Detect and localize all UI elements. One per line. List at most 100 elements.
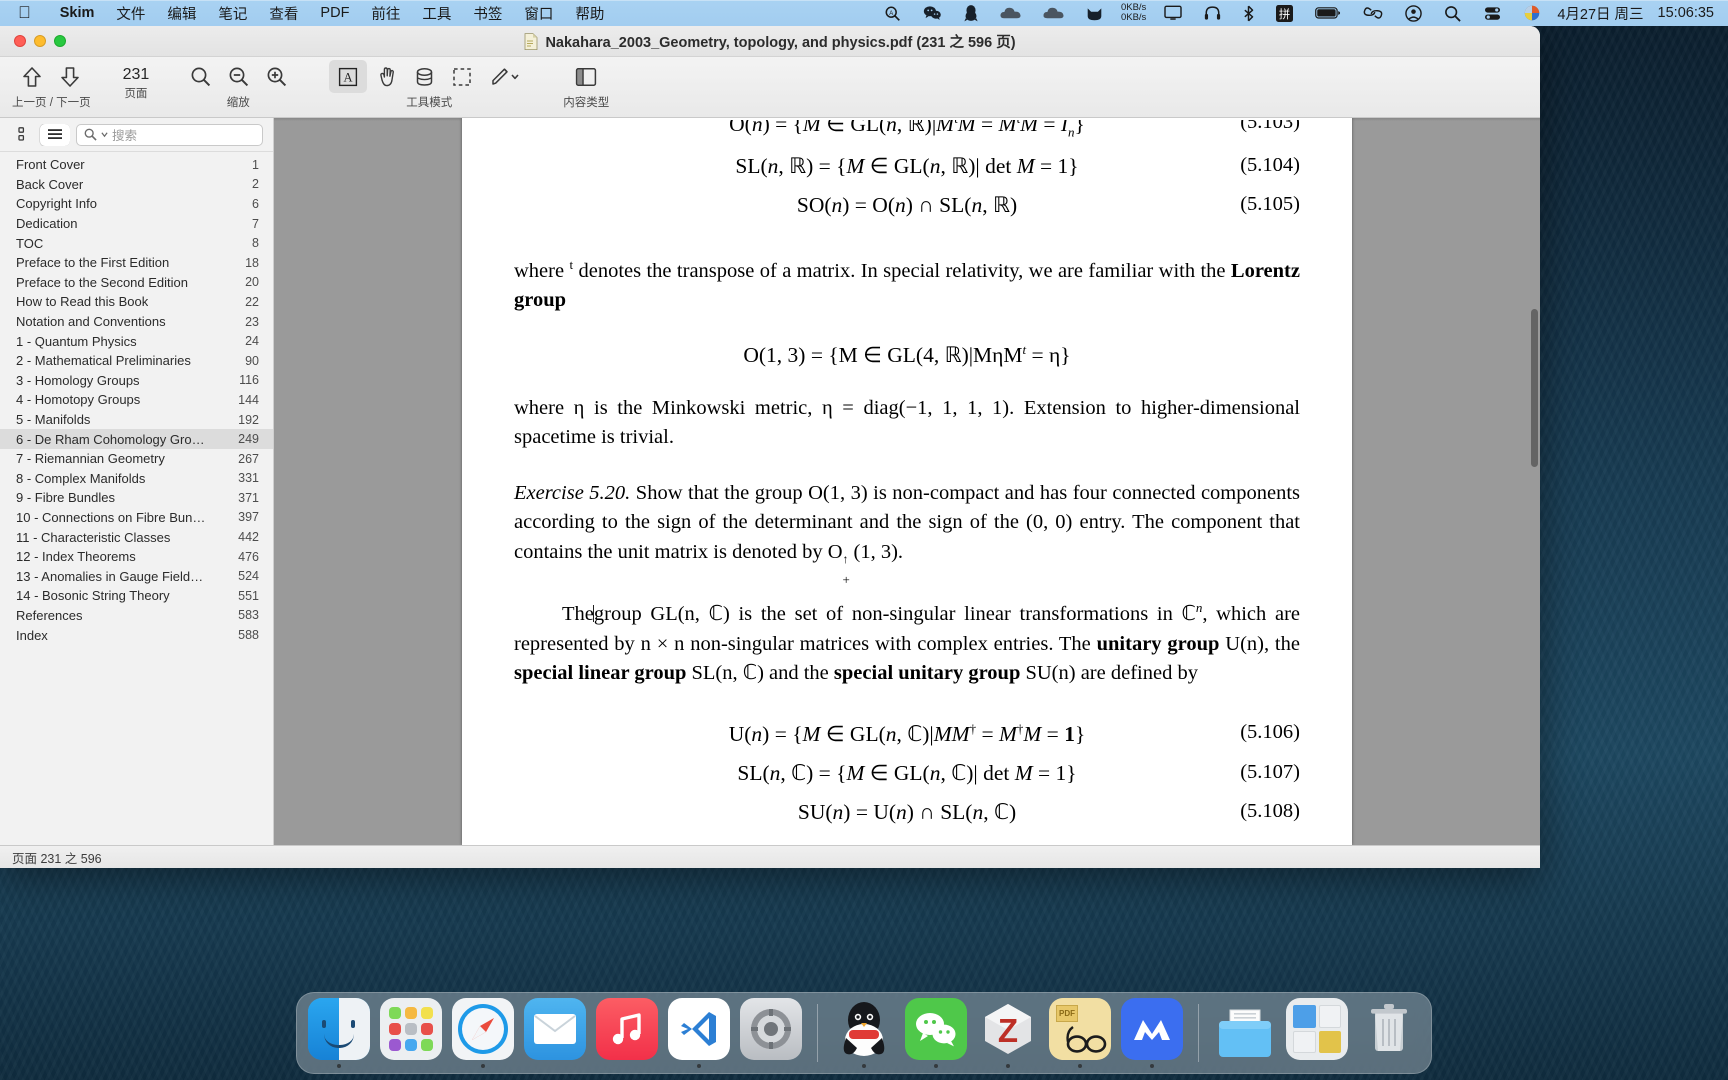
wechat-icon[interactable] [912, 0, 953, 26]
menu-item-tools[interactable]: 工具 [411, 3, 462, 24]
outline-row[interactable]: 1 - Quantum Physics 24 [0, 331, 273, 351]
menu-app-name[interactable]: Skim [49, 5, 106, 21]
bluetooth-icon[interactable] [1232, 0, 1265, 26]
menu-item-help[interactable]: 帮助 [564, 3, 615, 24]
menubar-time[interactable]: 15:06:35 [1658, 5, 1728, 21]
split-pane-icon[interactable] [567, 60, 605, 93]
spotlight-search-icon[interactable] [1433, 0, 1472, 26]
thumbnail-grid-icon[interactable] [10, 124, 40, 146]
para3-f: SU(n) are defined by [1020, 662, 1198, 685]
outline-row[interactable]: Index 588 [0, 625, 273, 645]
dock-item-trash[interactable] [1356, 996, 1422, 1068]
dock-item-documents-stack[interactable] [1284, 996, 1350, 1068]
outline-row[interactable]: 10 - Connections on Fibre Bun… 397 [0, 508, 273, 528]
zoom-actual-icon[interactable] [219, 60, 257, 93]
menu-item-view[interactable]: 查看 [258, 3, 309, 24]
page-number-field[interactable]: 231 [113, 60, 160, 84]
pdf-vertical-scrollbar[interactable] [1531, 122, 1538, 841]
outline-row[interactable]: 14 - Bosonic String Theory 551 [0, 586, 273, 606]
dock-item-finder[interactable] [306, 996, 372, 1068]
dock-item-vscode[interactable] [666, 996, 732, 1068]
outline-list-icon[interactable] [40, 123, 70, 146]
outline-row[interactable]: 2 - Mathematical Preliminaries 90 [0, 351, 273, 371]
display-icon[interactable] [1153, 0, 1193, 26]
headphones-icon[interactable] [1193, 0, 1232, 26]
pdf-scrollbar-thumb[interactable] [1531, 308, 1538, 468]
dock-item-music[interactable] [594, 996, 660, 1068]
outline-row[interactable]: Front Cover 1 [0, 155, 273, 175]
outline-list[interactable]: Front Cover 1 Back Cover 2 Copyright Info 6 De… [0, 152, 273, 845]
text-tool-icon[interactable]: A [329, 60, 368, 93]
arrow-up-icon[interactable] [13, 60, 51, 93]
outline-row[interactable]: 4 - Homotopy Groups 144 [0, 390, 273, 410]
svg-text:Z: Z [998, 1012, 1018, 1049]
outline-row[interactable]: 9 - Fibre Bundles 371 [0, 488, 273, 508]
cloud-icon[interactable] [989, 0, 1032, 26]
dock-item-wechat[interactable] [903, 996, 969, 1068]
zoom-in-icon[interactable] [257, 60, 295, 93]
menu-item-notes[interactable]: 笔记 [207, 3, 258, 24]
outline-row[interactable]: 13 - Anomalies in Gauge Field… 524 [0, 566, 273, 586]
outline-row[interactable]: TOC 8 [0, 233, 273, 253]
chevron-down-icon[interactable] [101, 131, 108, 138]
cat-icon[interactable] [1075, 0, 1114, 26]
cloud-sync-icon[interactable] [1032, 0, 1075, 26]
siri-icon[interactable] [1472, 0, 1513, 26]
pdf-document-icon [525, 32, 538, 50]
outline-row[interactable]: Notation and Conventions 23 [0, 312, 273, 332]
outline-row[interactable]: Preface to the Second Edition 20 [0, 273, 273, 293]
dock-item-downloads-folder[interactable] [1212, 996, 1278, 1068]
equation-lorentz-end: = η} [1026, 342, 1071, 367]
outline-row[interactable]: Preface to the First Edition 18 [0, 253, 273, 273]
outline-row[interactable]: 8 - Complex Manifolds 331 [0, 469, 273, 489]
arrow-down-icon[interactable] [51, 60, 89, 93]
outline-row[interactable]: Copyright Info 6 [0, 194, 273, 214]
menu-item-edit[interactable]: 编辑 [156, 3, 207, 24]
menu-item-pdf[interactable]: PDF [309, 5, 360, 21]
dock-item-metamoji[interactable] [1119, 996, 1185, 1068]
menu-item-go[interactable]: 前往 [360, 3, 411, 24]
dock-item-zotero[interactable]: Z [975, 996, 1041, 1068]
outline-row[interactable]: How to Read this Book 22 [0, 292, 273, 312]
colorwheel-icon[interactable] [1513, 0, 1551, 26]
control-center-icon[interactable] [1394, 0, 1433, 26]
equation-lorentz-group: O(1, 3) = {M ∈ GL(4, ℝ)|MηMt = η} [514, 342, 1300, 368]
outline-row[interactable]: 7 - Riemannian Geometry 267 [0, 449, 273, 469]
outline-row[interactable]: Dedication 7 [0, 214, 273, 234]
link-icon[interactable] [1352, 0, 1394, 26]
outline-row[interactable]: 6 - De Rham Cohomology Gro… 249 [0, 429, 273, 449]
outline-row[interactable]: 12 - Index Theorems 476 [0, 547, 273, 567]
outline-row[interactable]: References 583 [0, 606, 273, 626]
dock-item-qq[interactable] [831, 996, 897, 1068]
zoom-out-icon[interactable] [181, 60, 219, 93]
marquee-select-icon[interactable] [443, 60, 481, 93]
dock-item-safari[interactable] [450, 996, 516, 1068]
outline-row[interactable]: Back Cover 2 [0, 175, 273, 195]
menu-item-bookmarks[interactable]: 书签 [462, 3, 513, 24]
input-source-pinyin-icon[interactable]: 拼 [1265, 0, 1304, 26]
battery-icon[interactable] [1304, 0, 1352, 26]
dock-item-launchpad[interactable] [378, 996, 444, 1068]
menu-item-window[interactable]: 窗口 [513, 3, 564, 24]
pen-note-icon[interactable] [481, 60, 529, 93]
alfred-search-icon[interactable]: A [873, 0, 912, 26]
dock-item-mail[interactable] [522, 996, 588, 1068]
search-input[interactable]: 搜索 [76, 123, 263, 146]
dock-item-skim[interactable]: PDF [1047, 996, 1113, 1068]
qq-penguin-icon[interactable] [953, 0, 989, 26]
outline-row-label: Back Cover [16, 176, 84, 192]
outline-row[interactable]: 11 - Characteristic Classes 442 [0, 527, 273, 547]
dock-separator [817, 1004, 818, 1062]
pdf-view[interactable]: O(n) = {M ∈ GL(n, ℝ)|MtM = MtM = In} (5.… [274, 118, 1540, 845]
apple-logo-icon[interactable]:  [18, 4, 31, 21]
outline-row[interactable]: 3 - Homology Groups 116 [0, 371, 273, 391]
menu-item-file[interactable]: 文件 [105, 3, 156, 24]
equation-5-104: SL(n, ℝ) = {M ∈ GL(n, ℝ)| det M = 1} (5.… [735, 154, 1300, 178]
menubar-date[interactable]: 4月27日 周三 [1551, 3, 1657, 24]
dock-item-system-preferences[interactable] [738, 996, 804, 1068]
hand-tool-icon[interactable] [367, 60, 405, 93]
outline-row[interactable]: 5 - Manifolds 192 [0, 410, 273, 430]
magnify-tool-icon[interactable] [405, 60, 443, 93]
outline-row-page: 90 [245, 353, 259, 368]
network-speed-indicator[interactable]: 0KB/s 0KB/s [1114, 3, 1153, 23]
